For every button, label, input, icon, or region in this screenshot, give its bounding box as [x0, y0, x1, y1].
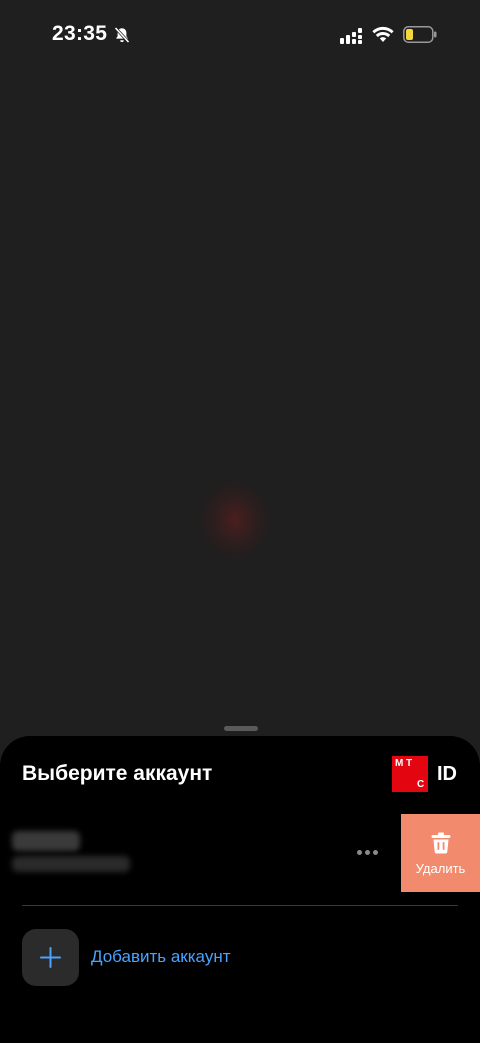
account-bottom-sheet: Выберите аккаунт М Т С ID Удалить Добави…: [0, 736, 480, 1043]
sheet-title: Выберите аккаунт: [22, 762, 213, 785]
account-row[interactable]: Удалить: [0, 814, 480, 892]
logo-letter-t: Т: [406, 758, 413, 769]
more-horizontal-icon: [372, 849, 378, 855]
delete-account-button[interactable]: Удалить: [401, 814, 480, 892]
sheet-handle[interactable]: [224, 726, 258, 731]
battery-icon: [403, 26, 437, 43]
account-picker-screen: 23:35 Выберите аккаунт М Т С ID Удалить …: [0, 0, 480, 1043]
loading-glow: [200, 480, 270, 560]
account-phone: [12, 856, 130, 872]
logo-letter-m: М: [395, 758, 404, 769]
bell-off-icon: [114, 26, 130, 44]
signal-icon: [340, 28, 362, 44]
add-account-tile[interactable]: [22, 929, 79, 986]
plus-icon: [40, 947, 61, 968]
delete-label: Удалить: [415, 861, 466, 876]
more-horizontal-icon: [364, 849, 370, 855]
status-time: 23:35: [52, 22, 108, 45]
status-bar: 23:35: [0, 0, 480, 70]
brand-id-label: ID: [437, 763, 457, 785]
more-horizontal-icon: [356, 849, 362, 855]
logo-letter-c: С: [417, 779, 425, 790]
add-account-label: Добавить аккаунт: [91, 947, 231, 966]
account-name: [12, 831, 80, 851]
trash-icon: [431, 832, 451, 854]
add-account-button[interactable]: Добавить аккаунт: [22, 929, 322, 987]
divider: [22, 905, 458, 906]
more-options-button[interactable]: [350, 842, 384, 862]
mts-logo: М Т С: [392, 756, 428, 792]
wifi-icon: [372, 26, 394, 42]
